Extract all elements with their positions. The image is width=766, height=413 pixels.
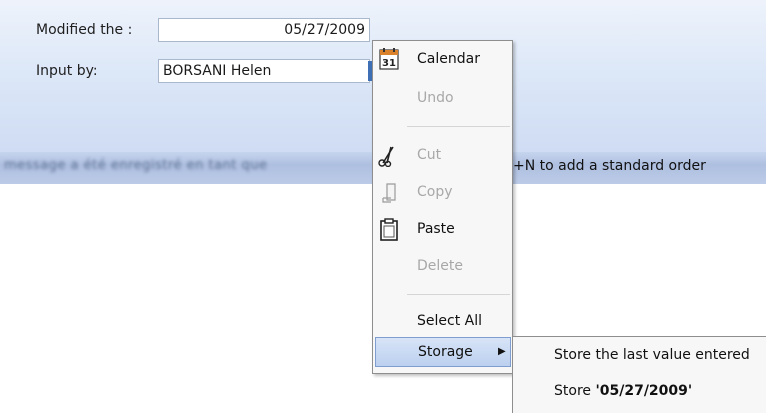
menu-item-label: Copy [417, 184, 453, 200]
menu-item-label: Paste [417, 221, 455, 237]
input-by-label: Input by: [36, 63, 98, 79]
message-blurred-text: message a été enregistré en tant que [4, 158, 268, 173]
menu-item-copy[interactable]: Copy [373, 178, 512, 206]
context-menu: 31 Calendar Undo Cut Copy Paste Delete S… [372, 40, 513, 374]
menu-item-select-all[interactable]: Select All [373, 307, 512, 335]
submenu-item-store-value[interactable]: Store '05/27/2009' [513, 375, 766, 407]
menu-item-delete[interactable]: Delete [373, 252, 512, 280]
menu-item-label: Delete [417, 258, 463, 274]
menu-item-label: Storage [418, 344, 473, 360]
copy-icon [382, 183, 396, 203]
svg-text:31: 31 [382, 58, 396, 69]
menu-item-storage[interactable]: Storage ▶ [375, 337, 511, 367]
menu-item-calendar[interactable]: 31 Calendar [373, 45, 512, 73]
menu-separator [407, 126, 510, 127]
menu-item-cut[interactable]: Cut [373, 141, 512, 169]
calendar-icon: 31 [379, 48, 399, 70]
menu-item-label: Cut [417, 147, 442, 163]
menu-item-undo[interactable]: Undo [373, 84, 512, 112]
submenu-item-label: Store the last value entered [554, 347, 750, 363]
menu-item-label: Select All [417, 313, 482, 329]
submenu-item-label: Store '05/27/2009' [554, 383, 693, 399]
submenu-arrow-icon: ▶ [498, 346, 506, 357]
menu-item-label: Undo [417, 90, 454, 106]
message-text: +N to add a standard order [513, 158, 706, 174]
menu-separator [407, 294, 510, 295]
menu-item-label: Calendar [417, 51, 480, 67]
modified-date-field[interactable]: 05/27/2009 [158, 18, 370, 42]
input-by-field[interactable]: BORSANI Helen [158, 59, 370, 83]
clipboard-icon [380, 218, 398, 241]
storage-submenu: Store the last value entered Store '05/2… [512, 336, 766, 413]
menu-item-paste[interactable]: Paste [373, 215, 512, 243]
modified-label: Modified the : [36, 22, 133, 38]
scissors-icon [378, 146, 394, 167]
submenu-item-store-last[interactable]: Store the last value entered [513, 339, 766, 371]
